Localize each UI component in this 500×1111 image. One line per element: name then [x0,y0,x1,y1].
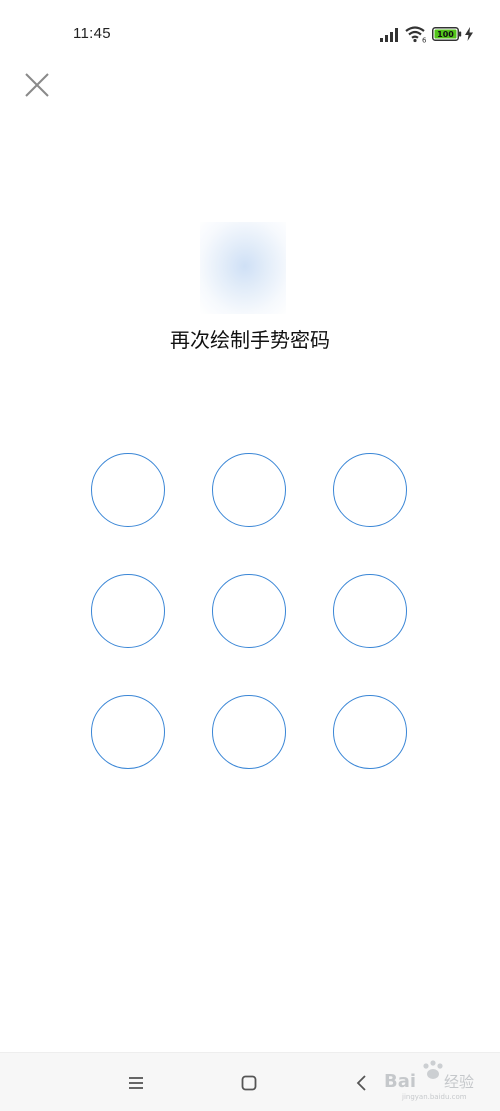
home-square-icon [241,1075,257,1091]
pattern-dot-7[interactable] [91,695,165,769]
status-time: 11:45 [73,25,111,42]
pattern-dot-4[interactable] [91,574,165,648]
charging-bolt-icon [465,27,473,41]
baidu-jingyan-watermark: Bai 经验 jingyan.baidu.com [384,1060,474,1101]
battery-level: 100 [437,30,454,39]
wifi-label: 6 [422,37,427,44]
close-button[interactable] [22,70,52,100]
pattern-dot-3[interactable] [333,453,407,527]
status-bar: 11:45 6 100 [0,0,500,70]
watermark-url: jingyan.baidu.com [401,1093,467,1101]
pattern-dot-9[interactable] [333,695,407,769]
menu-button[interactable] [124,1071,148,1095]
watermark-brand: Bai [384,1071,416,1092]
pattern-dot-1[interactable] [91,453,165,527]
home-button[interactable] [237,1071,261,1095]
avatar [200,222,286,314]
wifi-icon: 6 [405,26,427,44]
pattern-dot-8[interactable] [212,695,286,769]
pattern-dot-6[interactable] [333,574,407,648]
menu-icon [129,1077,143,1089]
battery-icon: 100 [432,27,462,41]
close-icon [25,73,49,97]
gesture-pattern-grid [0,0,500,1111]
page-title: 再次绘制手势密码 [170,328,330,352]
pattern-dot-2[interactable] [212,453,286,527]
back-chevron-icon [356,1075,366,1091]
back-button[interactable] [350,1071,374,1095]
watermark-suffix: 经验 [444,1073,474,1091]
signal-bars-icon [380,28,398,42]
pattern-dot-5[interactable] [212,574,286,648]
